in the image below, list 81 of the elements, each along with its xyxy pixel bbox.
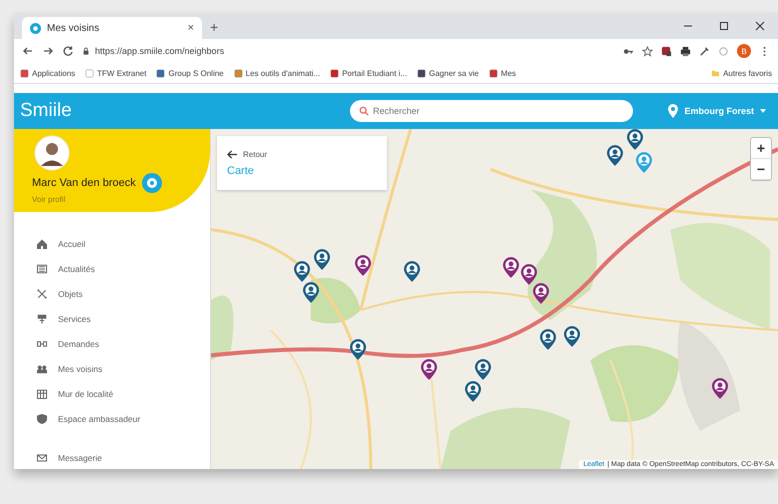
mail-icon [36, 452, 48, 464]
other-bookmarks-link[interactable]: Autres favoris [711, 68, 772, 78]
map-marker-icon[interactable] [521, 264, 537, 285]
bookmark-link[interactable]: Les outils d'animati... [234, 68, 320, 78]
page-title: Carte [227, 164, 255, 176]
map-marker-icon[interactable] [421, 359, 437, 380]
lock-icon [82, 47, 90, 55]
settings-icon[interactable] [142, 173, 162, 193]
sidebar-item[interactable]: Espace ambassadeur [36, 411, 210, 427]
search-icon [359, 106, 369, 116]
bookmark-icon [85, 68, 94, 78]
maximize-icon[interactable] [719, 21, 729, 31]
requests-icon [36, 338, 48, 350]
tools-icon [36, 288, 48, 300]
back-link[interactable]: Retour [227, 150, 387, 158]
browser-tab[interactable]: Mes voisins × [22, 17, 202, 39]
people-icon [36, 363, 48, 375]
map-marker-icon[interactable] [503, 257, 519, 278]
extension-icon[interactable] [661, 46, 672, 56]
sidebar-item[interactable]: Services [36, 311, 210, 327]
services-icon [36, 313, 48, 325]
forward-icon[interactable] [42, 45, 54, 57]
bookmark-link[interactable]: Gagner sa vie [417, 68, 479, 78]
map-marker-icon[interactable] [627, 129, 643, 150]
bookmark-link[interactable]: Applications [20, 68, 76, 78]
bookmark-link[interactable]: TFW Extranet [85, 68, 146, 78]
tab-close-button[interactable]: × [188, 22, 194, 34]
map-marker-icon[interactable] [303, 282, 319, 303]
bookmark-icon [234, 68, 243, 78]
sidebar-item[interactable]: Objets [36, 286, 210, 302]
shield-icon [36, 413, 48, 425]
zoom-in-button[interactable]: + [751, 138, 771, 159]
bookmark-icon [156, 68, 166, 78]
sidebar-item[interactable]: Demandes [36, 336, 210, 352]
map-marker-icon[interactable] [350, 339, 366, 360]
sidebar-item[interactable]: Accueil [36, 236, 210, 252]
map-marker-icon[interactable] [404, 261, 420, 282]
bookmark-link[interactable]: Portail Etudiant i... [330, 68, 407, 78]
bookmark-icon [20, 68, 29, 78]
back-icon[interactable] [22, 45, 34, 57]
site-favicon-icon [30, 22, 41, 34]
folder-icon [711, 68, 720, 78]
profile-avatar[interactable]: B [737, 44, 751, 58]
close-icon[interactable] [755, 21, 765, 31]
tab-title: Mes voisins [47, 22, 100, 34]
star-icon[interactable] [642, 46, 653, 56]
bookmark-icon [330, 68, 340, 78]
map-marker-icon[interactable] [636, 152, 652, 173]
sidebar-item[interactable]: Messagerie [36, 450, 210, 466]
wall-icon [36, 388, 48, 400]
bookmark-link[interactable]: Group S Online [156, 68, 224, 78]
eyedropper-icon[interactable] [699, 46, 710, 56]
map-marker-icon[interactable] [607, 145, 623, 166]
address-bar[interactable]: https://app.smiile.com/neighbors [82, 42, 615, 60]
map-marker-icon[interactable] [294, 261, 310, 282]
home-icon [36, 238, 48, 250]
bookmark-icon [417, 68, 426, 78]
map-marker-icon[interactable] [564, 326, 580, 347]
sidebar-item[interactable]: Mes voisins [36, 361, 210, 377]
caret-icon [760, 109, 766, 113]
bookmark-link[interactable]: Mes [488, 68, 516, 78]
map-marker-icon[interactable] [540, 329, 556, 350]
zoom-out-button[interactable]: − [751, 159, 771, 180]
map-marker-icon[interactable] [355, 255, 371, 276]
reload-icon[interactable] [62, 45, 74, 57]
map-marker-icon[interactable] [712, 378, 728, 399]
location-pin-icon [668, 104, 678, 118]
map-marker-icon[interactable] [533, 283, 549, 304]
sidebar-item[interactable]: Mur de localité [36, 386, 210, 402]
map-marker-icon[interactable] [465, 381, 481, 402]
user-name[interactable]: Marc Van den broeck [32, 177, 136, 189]
back-arrow-icon [227, 150, 238, 158]
news-icon [36, 263, 48, 275]
bookmark-icon [488, 68, 498, 78]
search-field[interactable]: Rechercher [350, 100, 633, 122]
printer-icon[interactable] [680, 46, 691, 56]
map-marker-icon[interactable] [314, 249, 330, 270]
avatar-placeholder [34, 135, 70, 171]
map-marker-icon[interactable] [475, 359, 491, 380]
new-tab-button[interactable]: + [202, 19, 226, 39]
sidebar-item[interactable]: Actualités [36, 261, 210, 277]
